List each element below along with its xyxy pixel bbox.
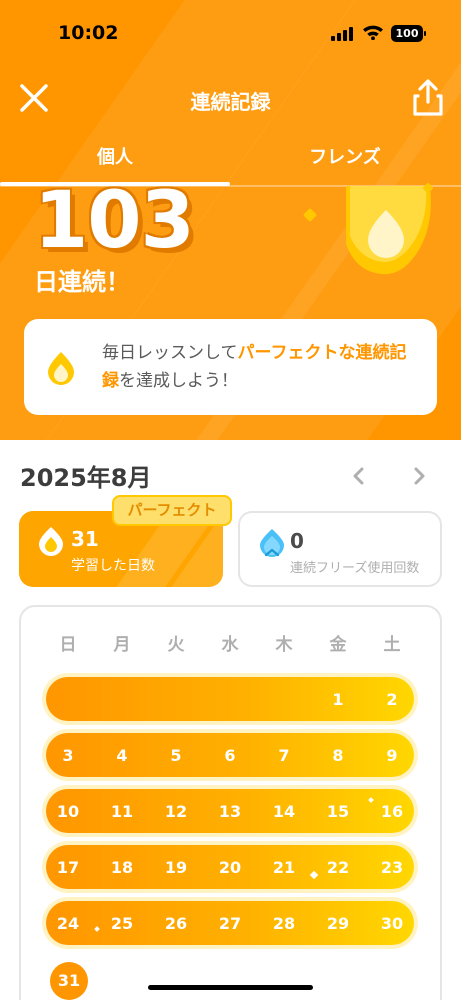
calendar-day[interactable]: 16 (374, 802, 410, 821)
calendar-day[interactable]: 4 (104, 746, 140, 765)
calendar-day[interactable]: 6 (212, 746, 248, 765)
tab-friends[interactable]: フレンズ (230, 132, 460, 186)
calendar-day[interactable]: 28 (266, 914, 302, 933)
perfect-streak-tip-card: 毎日レッスンしてパーフェクトな連続記録を達成しよう！ (24, 319, 437, 415)
signal-icon (331, 27, 355, 41)
weekday-tue: 火 (167, 635, 185, 655)
calendar-day[interactable]: 31 (50, 962, 88, 1000)
flame-icon (48, 352, 74, 385)
calendar-day[interactable]: 10 (50, 802, 86, 821)
streak-freeze-card: 0 連続フリーズ使用回数 (238, 511, 442, 587)
weekday-thu: 木 (275, 635, 293, 655)
study-days-label: 学習した日数 (71, 558, 155, 574)
calendar-day[interactable]: 18 (104, 858, 140, 877)
calendar-day[interactable]: 30 (374, 914, 410, 933)
calendar-day[interactable]: 13 (212, 802, 248, 821)
streak-count: 103 (34, 176, 195, 266)
status-time: 10:02 (58, 22, 119, 44)
page-title: 連続記録 (190, 90, 271, 114)
wifi-icon (363, 25, 383, 40)
calendar-day[interactable]: 2 (374, 690, 410, 709)
weekday-mon: 月 (113, 635, 131, 655)
perfect-badge: パーフェクト (112, 495, 232, 526)
calendar-day[interactable]: 9 (374, 746, 410, 765)
calendar-day[interactable]: 5 (158, 746, 194, 765)
calendar-day[interactable]: 26 (158, 914, 194, 933)
calendar-day[interactable]: 20 (212, 858, 248, 877)
calendar-day[interactable]: 1 (320, 690, 356, 709)
calendar-day[interactable]: 12 (158, 802, 194, 821)
weekday-sat: 土 (383, 635, 401, 655)
calendar-day[interactable]: 24 (50, 914, 86, 933)
flame-icon (39, 527, 63, 556)
weekday-fri: 金 (329, 635, 347, 655)
tip-text: 毎日レッスンしてパーフェクトな連続記録を達成しよう！ (102, 339, 420, 395)
calendar-day[interactable]: 17 (50, 858, 86, 877)
weekday-wed: 水 (221, 635, 239, 655)
weekday-sun: 日 (59, 635, 77, 655)
share-icon[interactable] (410, 78, 446, 118)
calendar-day[interactable]: 25 (104, 914, 140, 933)
streak-flame-icon (346, 186, 431, 275)
tip-text-prefix: 毎日レッスンして (102, 343, 238, 363)
calendar-day[interactable]: 11 (104, 802, 140, 821)
streak-label: 日連続！ (34, 268, 130, 296)
status-bar: 10:02 100 (0, 0, 461, 60)
home-indicator[interactable] (148, 985, 313, 990)
calendar-day[interactable]: 21 (266, 858, 302, 877)
streak-week-bar (46, 677, 414, 721)
calendar-day[interactable]: 23 (374, 858, 410, 877)
calendar-day[interactable]: 29 (320, 914, 356, 933)
tip-text-suffix: を達成しよう！ (119, 371, 238, 391)
chevron-right-icon[interactable] (407, 464, 431, 488)
calendar-day[interactable]: 3 (50, 746, 86, 765)
calendar-day[interactable]: 7 (266, 746, 302, 765)
calendar-day[interactable]: 8 (320, 746, 356, 765)
calendar-day[interactable]: 22 (320, 858, 356, 877)
month-title: 2025年8月 (20, 464, 152, 492)
calendar-day[interactable]: 14 (266, 802, 302, 821)
freeze-value: 0 (290, 529, 304, 553)
chevron-left-icon[interactable] (347, 464, 371, 488)
battery-icon: 100 (391, 25, 426, 42)
calendar-day[interactable]: 15 (320, 802, 356, 821)
calendar-day[interactable]: 27 (212, 914, 248, 933)
freeze-label: 連続フリーズ使用回数 (290, 561, 420, 576)
study-days-value: 31 (71, 527, 99, 551)
streak-freeze-icon (260, 529, 284, 557)
calendar-day[interactable]: 19 (158, 858, 194, 877)
